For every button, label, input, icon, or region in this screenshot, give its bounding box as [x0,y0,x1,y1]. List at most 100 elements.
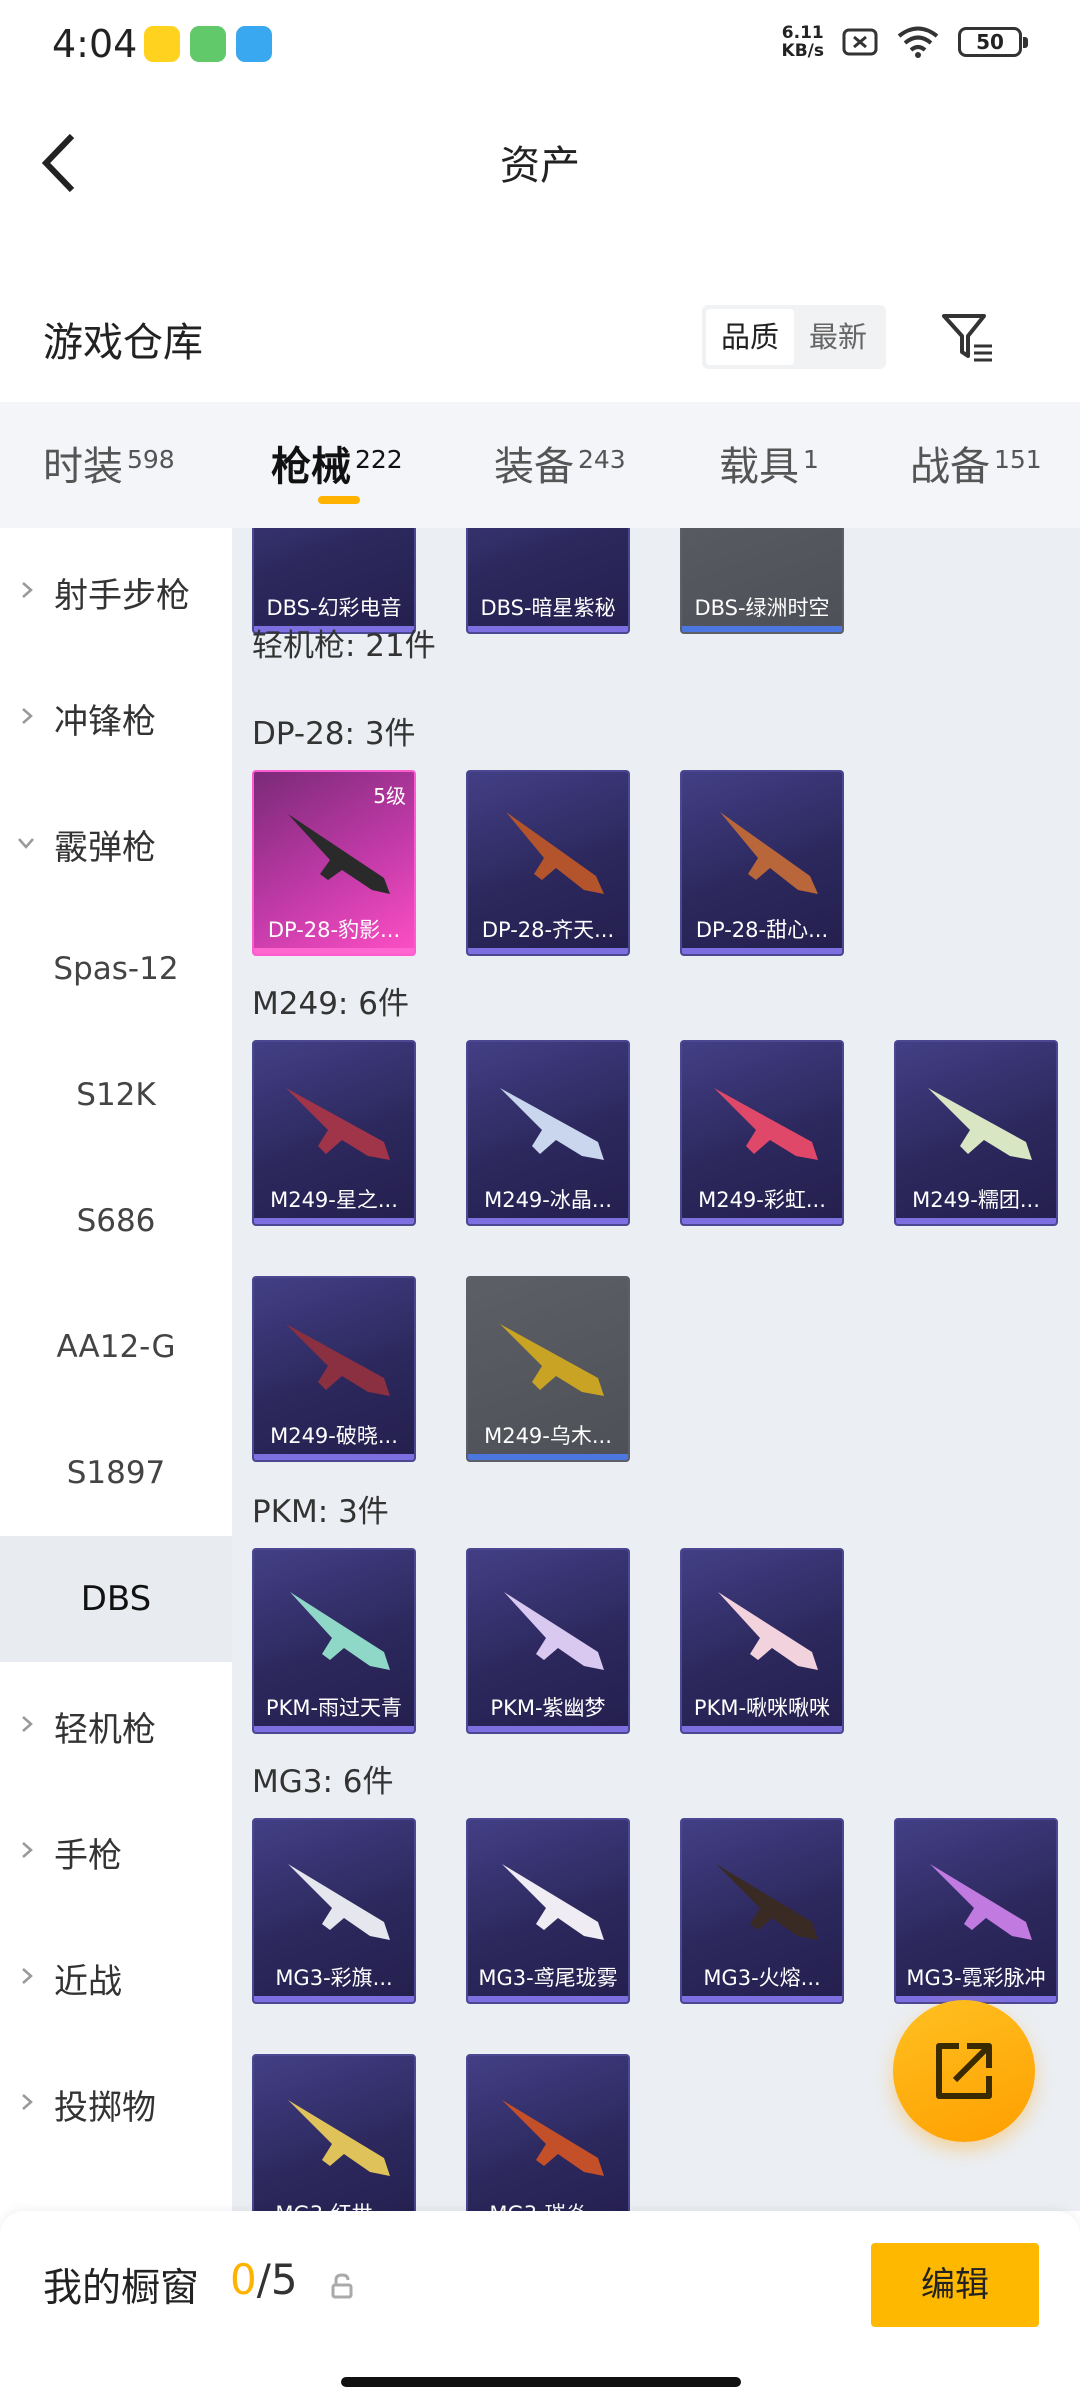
weapon-card-name: DBS-暗星紫秘 [480,596,616,620]
battery-icon: 50 [958,27,1028,57]
weapon-card[interactable]: DP-28-齐天... [466,770,630,956]
weapon-card[interactable]: MG3-彩旗... [252,1818,416,2004]
tab-count: 222 [355,445,403,474]
gun-icon [502,2100,604,2176]
weapon-card[interactable]: PKM-雨过天青 [252,1548,416,1734]
network-speed-unit: KB/s [781,41,824,61]
weapon-card-name: PKM-啾咪啾咪 [693,1696,831,1720]
gun-icon [288,1864,390,1940]
tab-count: 243 [578,445,626,474]
gun-icon [286,1324,390,1396]
weapon-card[interactable]: 5级 DP-28-豹影... [252,770,416,956]
sort-latest-button[interactable]: 最新 [794,309,882,365]
tab-vehicles[interactable]: 载具 1 [719,434,819,492]
gun-icon [288,2100,390,2176]
share-icon [936,2043,992,2099]
weapon-card[interactable]: MG3-鸢尾珑雾 [466,1818,630,2004]
weapon-card[interactable]: MG3-红世... [252,2054,416,2211]
tab-count: 151 [994,445,1042,474]
page-title: 资产 [500,143,580,189]
gun-icon [718,1592,818,1670]
chevron-down-icon [18,838,34,849]
gun-icon [716,1864,818,1940]
sidebar-sub-spas12[interactable]: Spas-12 [0,906,232,1032]
status-bar: 4:04 6.11 KB/s 50 [0,0,1080,96]
tab-label: 枪械 [271,444,351,490]
gun-icon [714,1088,818,1160]
weapon-card-name: M249-彩虹... [698,1188,826,1212]
weapon-card-name: M249-星之... [270,1188,398,1212]
section-title: M249: 6件 [252,986,409,1022]
weapon-card[interactable]: M249-冰晶... [466,1040,630,1226]
tab-count: 1 [803,445,819,474]
gun-icon [928,1088,1032,1160]
weapon-category-sidebar: 射手步枪 冲锋枪 霰弹枪 Spas-12 S12K S686 AA12-G S1… [0,528,232,2211]
gun-icon [506,812,604,894]
tab-label: 时装 [43,444,123,490]
sidebar-sub-s12k[interactable]: S12K [0,1032,232,1158]
tab-count: 598 [127,445,175,474]
weapon-card-name: DP-28-甜心... [695,918,829,942]
weapon-card[interactable]: M249-糯团... [894,1040,1058,1226]
gun-icon [504,1592,604,1670]
section-title: DP-28: 3件 [252,716,416,752]
weapon-card[interactable]: PKM-紫幽梦 [466,1548,630,1734]
weapon-card-name: DP-28-齐天... [481,918,615,942]
network-speed: 6.11 KB/s [782,24,824,60]
chevron-right-icon [22,1716,33,1732]
sidebar-sub-s1897[interactable]: S1897 [0,1410,232,1536]
sidebar-item-label: 手枪 [54,1836,122,1876]
weapon-card[interactable]: DP-28-甜心... [680,770,844,956]
weapon-card[interactable]: PKM-啾咪啾咪 [680,1548,844,1734]
showcase-bar: 我的橱窗 0/5 编辑 [0,2211,1080,2400]
weapon-card[interactable]: DBS-幻彩电音 [252,528,416,634]
app-icon-blue [236,26,272,62]
weapon-card[interactable]: M249-彩虹... [680,1040,844,1226]
sidebar-item-throwable[interactable]: 投掷物 [0,2040,232,2166]
chevron-right-icon [22,708,33,724]
tab-equipment[interactable]: 装备 243 [494,434,626,492]
weapon-card[interactable]: DBS-绿洲时空 [680,528,844,634]
sidebar-item-label: 射手步枪 [54,576,190,616]
warehouse-title: 游戏仓库 [43,320,203,366]
weapon-card[interactable]: MG3-霓彩脉冲 [894,1818,1058,2004]
network-speed-value: 6.11 [781,23,824,43]
gun-icon [286,1088,390,1160]
section-title: MG3: 6件 [252,1764,394,1800]
sidebar-item-shotgun[interactable]: 霰弹枪 [0,780,232,906]
gun-icon [290,1592,390,1670]
tab-supplies[interactable]: 战备 151 [910,434,1042,492]
share-button[interactable] [893,2000,1035,2142]
filter-icon[interactable] [940,310,996,366]
sidebar-sub-s686[interactable]: S686 [0,1158,232,1284]
weapon-card[interactable]: MG3-火熔... [680,1818,844,2004]
weapon-card[interactable]: M249-乌木... [466,1276,630,1462]
tab-firearms[interactable]: 枪械 222 [271,434,403,492]
sidebar-item-pistol[interactable]: 手枪 [0,1788,232,1914]
sidebar-sub-dbs[interactable]: DBS [0,1536,232,1662]
sidebar-item-dmr[interactable]: 射手步枪 [0,528,232,654]
sidebar-item-lmg[interactable]: 轻机枪 [0,1662,232,1788]
weapon-card-name: M249-冰晶... [484,1188,612,1212]
sidebar-item-label: 投掷物 [54,2088,156,2128]
weapon-card[interactable]: M249-破晓... [252,1276,416,1462]
weapon-card[interactable]: DBS-暗星紫秘 [466,528,630,634]
chevron-right-icon [22,1842,33,1858]
weapon-card-name: PKM-紫幽梦 [490,1696,606,1720]
weapon-card-name: MG3-彩旗... [275,1966,393,1990]
sidebar-sub-aa12g[interactable]: AA12-G [0,1284,232,1410]
weapon-grid: DBS-幻彩电音 DBS-暗星紫秘 DBS-绿洲时空 轻机枪: 21件 DP-2… [232,528,1080,2211]
weapon-card-name: M249-乌木... [484,1424,612,1448]
weapon-card[interactable]: MG3-璀炎... [466,2054,630,2211]
edit-button[interactable]: 编辑 [871,2243,1039,2327]
sort-toggle: 品质 最新 [702,305,886,369]
sidebar-item-melee[interactable]: 近战 [0,1914,232,2040]
tab-fashion[interactable]: 时装 598 [43,434,175,492]
sidebar-item-smg[interactable]: 冲锋枪 [0,654,232,780]
weapon-card[interactable]: M249-星之... [252,1040,416,1226]
tab-label: 战备 [910,444,990,490]
chevron-right-icon [22,2094,33,2110]
sort-quality-button[interactable]: 品质 [706,309,794,365]
home-indicator[interactable] [341,2377,741,2387]
category-tabs: 时装 598 枪械 222 装备 243 载具 1 战备 151 [0,402,1080,528]
